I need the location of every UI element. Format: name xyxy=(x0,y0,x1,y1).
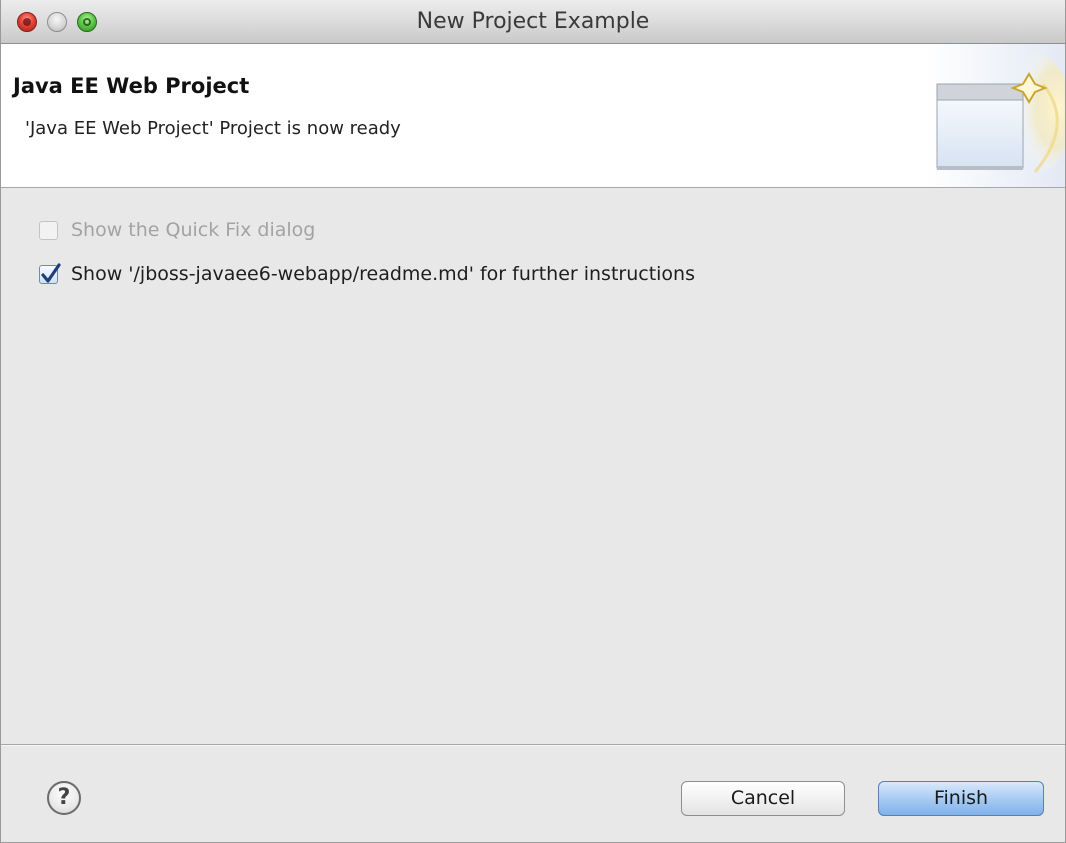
footer-separator xyxy=(1,744,1065,746)
finish-button[interactable]: Finish xyxy=(878,781,1044,816)
readme-option[interactable]: Show '/jboss-javaee6-webapp/readme.md' f… xyxy=(39,262,695,285)
readme-label[interactable]: Show '/jboss-javaee6-webapp/readme.md' f… xyxy=(71,263,695,285)
quick-fix-label: Show the Quick Fix dialog xyxy=(71,219,316,241)
quick-fix-option: Show the Quick Fix dialog xyxy=(39,219,315,241)
title-bar[interactable]: New Project Example xyxy=(1,0,1065,44)
wizard-body: Show the Quick Fix dialog Show '/jboss-j… xyxy=(1,188,1065,744)
checkmark-icon xyxy=(41,262,61,283)
wizard-banner: Java EE Web Project 'Java EE Web Project… xyxy=(1,44,1065,188)
banner-message: 'Java EE Web Project' Project is now rea… xyxy=(25,118,401,139)
window-title: New Project Example xyxy=(416,9,650,34)
cancel-button[interactable]: Cancel xyxy=(681,781,845,816)
quick-fix-checkbox xyxy=(39,220,58,240)
new-project-example-dialog: New Project Example Java EE Web Project … xyxy=(0,0,1066,843)
help-button[interactable]: ? xyxy=(47,781,81,815)
banner-title: Java EE Web Project xyxy=(13,74,250,98)
readme-checkbox[interactable] xyxy=(39,262,61,284)
wizard-window-sparkle-icon xyxy=(925,44,1065,187)
